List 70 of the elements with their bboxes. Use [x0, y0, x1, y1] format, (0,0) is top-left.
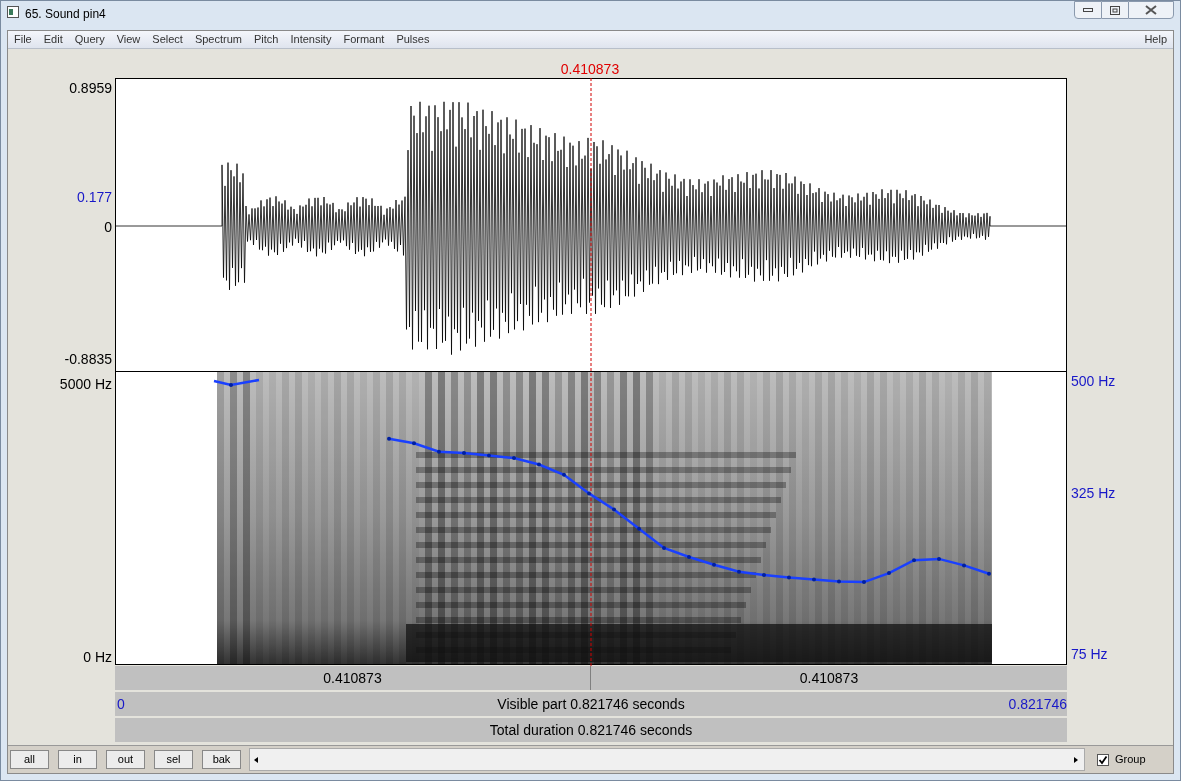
pitch-point	[562, 472, 566, 477]
pitch-point	[737, 569, 741, 574]
pitch-point	[512, 456, 516, 461]
maximize-button[interactable]	[1102, 1, 1128, 19]
window-title: 65. Sound pin4	[25, 6, 106, 23]
window-icon	[7, 6, 19, 18]
menu-item[interactable]: Pitch	[248, 31, 285, 48]
pitch-point	[812, 577, 816, 582]
pitch-point	[462, 450, 466, 455]
amplitude-max-label: 0.8959	[69, 79, 112, 98]
zoom-button[interactable]: in	[58, 750, 97, 769]
time-cell[interactable]: 0.410873	[115, 666, 590, 690]
pitch-fragment-drawing	[213, 378, 260, 387]
pitch-point	[787, 575, 791, 580]
pitch-point	[912, 558, 916, 563]
pitch-point	[662, 546, 666, 550]
cursor-time-label: 0.410873	[560, 60, 620, 79]
close-button[interactable]	[1128, 1, 1174, 19]
pitch-point	[387, 436, 391, 441]
pitch-point	[437, 449, 441, 454]
pitch-point	[412, 441, 416, 446]
zoom-button[interactable]: all	[10, 750, 49, 769]
group-checkbox[interactable]	[1097, 753, 1109, 766]
menu-item[interactable]: Formant	[337, 31, 391, 48]
minimize-button[interactable]	[1074, 1, 1102, 19]
close-icon	[1145, 5, 1157, 15]
menu-item[interactable]: Edit	[37, 31, 69, 48]
menu-item[interactable]: Spectrum	[188, 31, 248, 48]
menu-item[interactable]: Help	[1138, 31, 1173, 48]
pitch-point	[637, 526, 641, 531]
visible-part-bar[interactable]: 0 Visible part 0.821746 seconds 0.821746	[115, 692, 1067, 716]
time-cell[interactable]: 0.410873	[591, 666, 1067, 690]
pitch-point	[537, 462, 541, 467]
menu-item[interactable]: View	[110, 31, 147, 48]
total-duration-bar[interactable]: Total duration 0.821746 seconds	[115, 718, 1067, 742]
pitch-point	[762, 573, 766, 577]
visible-start-label: 0	[116, 694, 125, 714]
horizontal-scrollbar[interactable]	[249, 748, 1085, 771]
pitch-point	[962, 563, 966, 568]
pitch-point	[487, 453, 491, 458]
group-label: Group	[1115, 752, 1146, 768]
pitch-point	[837, 579, 841, 584]
visible-part-label: Visible part 0.821746 seconds	[497, 694, 685, 714]
zoom-button[interactable]: out	[106, 750, 145, 769]
pitch-point	[712, 562, 716, 567]
amplitude-zero-label: 0	[104, 218, 112, 237]
pitch-point	[862, 580, 866, 585]
pitch-point	[612, 507, 616, 512]
pitch-axis-label: 325 Hz	[1071, 484, 1116, 504]
cursor-amplitude-label: 0.177	[76, 188, 112, 207]
minimize-icon	[1083, 8, 1093, 12]
maximize-icon	[1110, 5, 1120, 15]
pitch-point	[687, 555, 691, 559]
zoom-button[interactable]: bak	[202, 750, 241, 769]
amplitude-min-label: -0.8835	[64, 350, 112, 369]
visible-end-label: 0.821746	[1008, 694, 1067, 714]
pitch-point	[887, 571, 891, 576]
pitch-point	[937, 556, 941, 561]
frequency-min-label: 0 Hz	[83, 648, 112, 667]
menu-item[interactable]: Query	[68, 31, 111, 48]
menu-item[interactable]: File	[8, 31, 38, 48]
frequency-max-label: 5000 Hz	[59, 375, 112, 394]
menu-item[interactable]: Intensity	[284, 31, 338, 48]
menu-item[interactable]: Pulses	[390, 31, 436, 48]
pitch-point	[587, 491, 591, 496]
pitch-axis-label: 75 Hz	[1071, 645, 1108, 664]
menu-item[interactable]: Select	[146, 31, 189, 48]
pitch-point	[987, 571, 991, 576]
pitch-axis-label: 500 Hz	[1071, 372, 1116, 391]
zoom-button[interactable]: sel	[154, 750, 193, 769]
